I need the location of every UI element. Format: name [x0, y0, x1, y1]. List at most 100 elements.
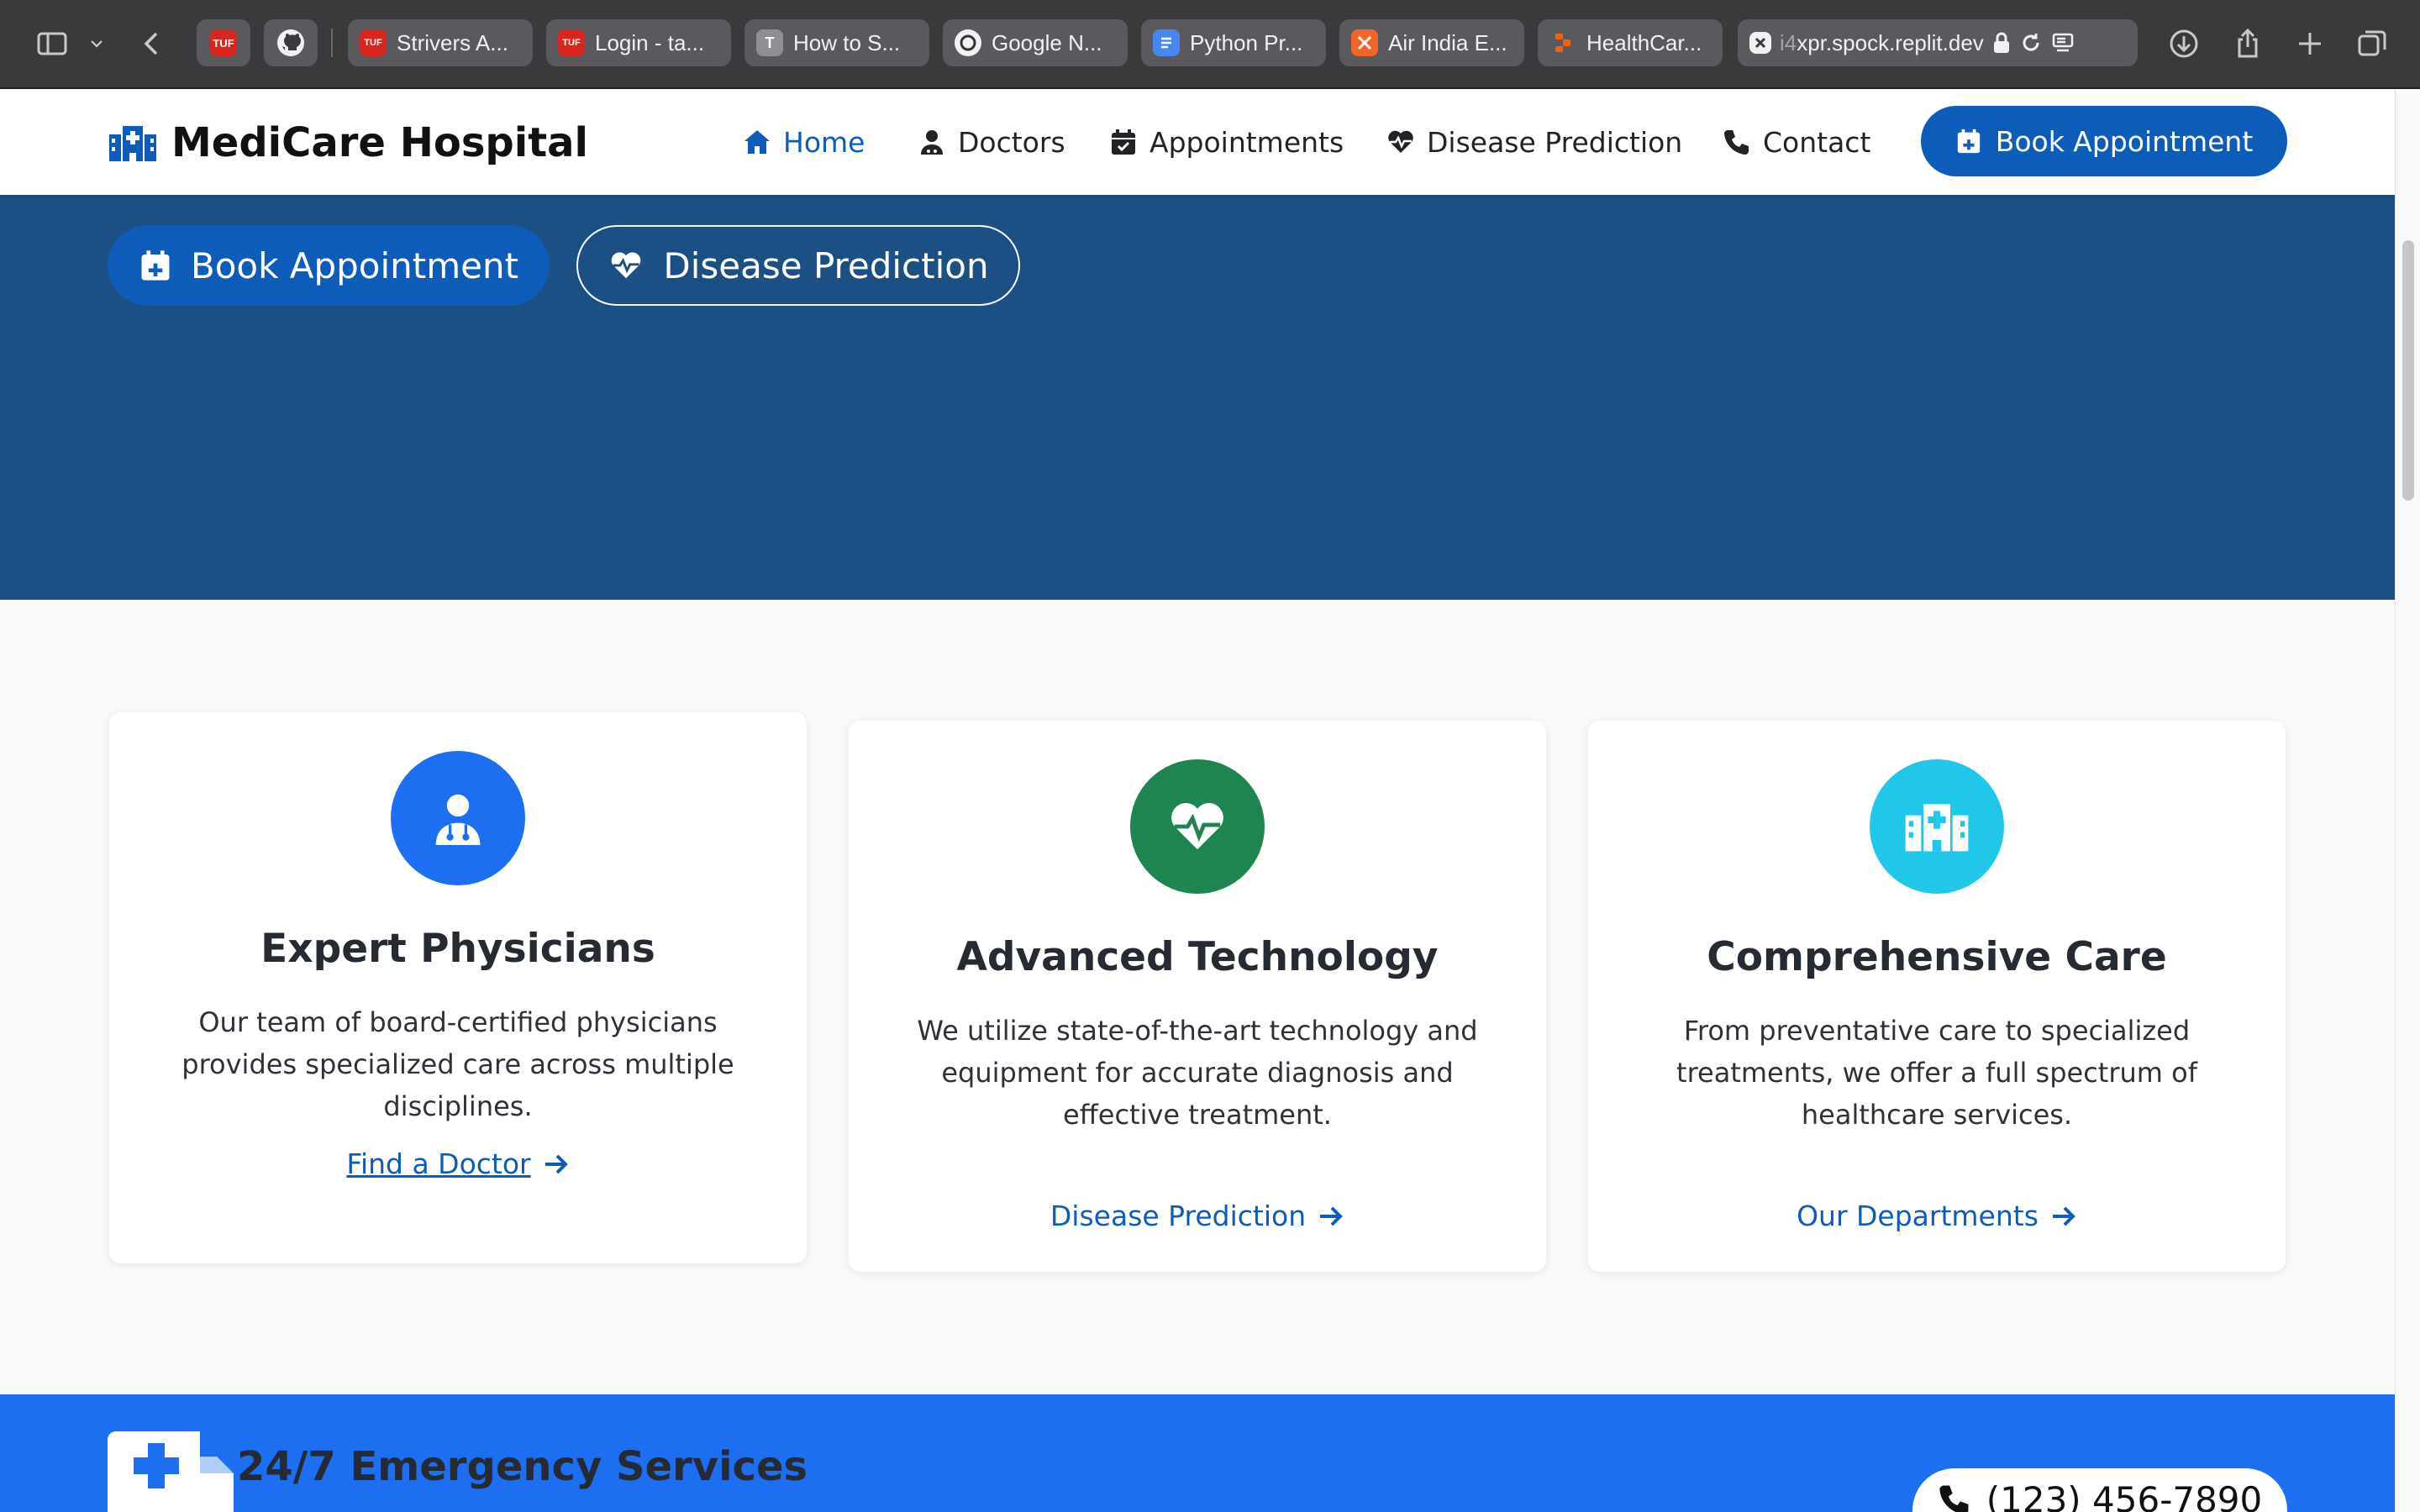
ambulance-icon — [108, 1431, 234, 1512]
tab-label: Air India E... — [1388, 29, 1507, 55]
emergency-section: 24/7 Emergency Services (123) 456-7890 — [0, 1394, 2395, 1512]
chevron-down-icon[interactable] — [84, 24, 109, 64]
tab-login[interactable]: TUF Login - ta... — [546, 19, 731, 66]
pinned-tab-tuf[interactable]: TUF — [197, 19, 250, 66]
address-prefix: i4 — [1780, 29, 1797, 55]
lock-icon — [1993, 32, 2009, 53]
doctor-icon — [391, 751, 525, 885]
doctor-icon — [921, 130, 943, 155]
pinned-tab-github[interactable] — [264, 19, 318, 66]
t-letter-icon: T — [756, 29, 783, 56]
calendar-check-icon — [1112, 129, 1135, 155]
sidebar-toggle-icon[interactable] — [32, 24, 72, 64]
tab-label: HealthCar... — [1586, 29, 1702, 55]
calendar-plus-icon — [1957, 129, 1980, 154]
card-link-label: Disease Prediction — [1050, 1200, 1307, 1232]
page-viewport: MediCare Hospital Home Doctors Appointme… — [0, 89, 2420, 1512]
arrow-right-icon — [1320, 1206, 1343, 1226]
scrollbar-thumb[interactable] — [2402, 240, 2414, 501]
tab-label: Google N... — [992, 29, 1102, 55]
x-logo-icon — [1351, 29, 1378, 56]
tab-how-to[interactable]: T How to S... — [744, 19, 929, 66]
hero-section: Book Appointment Disease Prediction — [0, 195, 2395, 600]
tab-air-india[interactable]: Air India E... — [1339, 19, 1524, 66]
nav-contact[interactable]: Contact — [1723, 121, 1870, 163]
hero-book-appointment-button[interactable]: Book Appointment — [108, 225, 550, 306]
brand[interactable]: MediCare Hospital — [108, 118, 588, 168]
tab-strivers[interactable]: TUF Strivers A... — [348, 19, 533, 66]
calendar-plus-icon — [141, 250, 170, 281]
heart-pulse-icon — [612, 252, 641, 279]
hospital-icon — [1870, 759, 2004, 894]
page-scrollbar[interactable] — [2395, 89, 2420, 1512]
book-appointment-button[interactable]: Book Appointment — [1921, 106, 2287, 176]
card-title: Comprehensive Care — [1707, 934, 2167, 980]
tab-overview-icon[interactable] — [2354, 24, 2390, 64]
card-description: Our team of board-certified physicians p… — [182, 1006, 734, 1122]
tab-separator — [331, 29, 333, 57]
browser-toolbar: TUF TUF Strivers A... TUF Login - ta... … — [0, 0, 2420, 89]
hero-disease-prediction-label: Disease Prediction — [663, 244, 989, 286]
tuf-logo-icon: TUF — [558, 29, 585, 56]
hero-book-appointment-label: Book Appointment — [190, 244, 519, 286]
notebook-icon — [955, 29, 981, 56]
card-description: From preventative care to specialized tr… — [1676, 1015, 2197, 1131]
emergency-phone-number: (123) 456-7890 — [1986, 1478, 2263, 1512]
feature-card-expert-physicians: Expert Physicians Our team of board-cert… — [109, 712, 807, 1263]
tab-healthcare[interactable]: HealthCar... — [1538, 19, 1723, 66]
find-a-doctor-link[interactable]: Find a Doctor — [109, 1147, 807, 1180]
docs-icon — [1153, 29, 1180, 56]
card-link-label: Our Departments — [1797, 1200, 2039, 1232]
feature-card-advanced-technology: Advanced Technology We utilize state-of-… — [849, 721, 1546, 1272]
card-title: Expert Physicians — [260, 926, 655, 972]
nav-contact-label: Contact — [1763, 125, 1871, 159]
nav-doctors[interactable]: Doctors — [918, 121, 1065, 163]
card-description: We utilize state-of-the-art technology a… — [917, 1015, 1478, 1131]
tab-label: How to S... — [793, 29, 901, 55]
heart-pulse-icon — [1130, 759, 1265, 894]
tuf-logo-icon: TUF — [360, 29, 387, 56]
github-icon — [277, 29, 304, 56]
tuf-logo-icon: TUF — [210, 29, 237, 56]
hero-disease-prediction-button[interactable]: Disease Prediction — [576, 225, 1020, 306]
nav-appointments[interactable]: Appointments — [1109, 121, 1344, 163]
tab-label: Python Pr... — [1190, 29, 1303, 55]
book-appointment-label: Book Appointment — [1995, 124, 2254, 158]
hospital-icon — [109, 126, 156, 161]
tab-label: Login - ta... — [595, 29, 705, 55]
tab-google-notebook[interactable]: Google N... — [943, 19, 1128, 66]
disease-prediction-link[interactable]: Disease Prediction — [849, 1200, 1546, 1232]
phone-icon — [1724, 130, 1749, 155]
emergency-phone-button[interactable]: (123) 456-7890 — [1912, 1468, 2287, 1512]
nav-disease-prediction[interactable]: Disease Prediction — [1386, 121, 1682, 163]
reader-icon[interactable] — [2051, 31, 2075, 55]
site-navbar: MediCare Hospital Home Doctors Appointme… — [0, 89, 2395, 195]
nav-doctors-label: Doctors — [958, 125, 1065, 159]
nav-appointments-label: Appointments — [1150, 125, 1344, 159]
our-departments-link[interactable]: Our Departments — [1588, 1200, 2286, 1232]
nav-disease-prediction-label: Disease Prediction — [1427, 125, 1683, 159]
tab-label: Strivers A... — [397, 29, 508, 55]
reload-icon[interactable] — [2019, 31, 2043, 55]
emergency-title: 24/7 Emergency Services — [237, 1443, 808, 1490]
phone-icon — [1939, 1485, 1969, 1512]
arrow-right-icon — [544, 1154, 568, 1173]
home-icon — [744, 130, 770, 154]
brand-name: MediCare Hospital — [171, 119, 589, 166]
heart-pulse-icon — [1388, 130, 1413, 153]
nav-home-label: Home — [783, 125, 865, 159]
close-tab-icon[interactable] — [1749, 32, 1771, 54]
address-text: xpr.spock.replit.dev — [1797, 29, 1984, 55]
nav-home[interactable]: Home — [743, 121, 865, 163]
arrow-right-icon — [2052, 1206, 2075, 1226]
replit-icon — [1549, 29, 1576, 56]
new-tab-icon[interactable] — [2292, 24, 2328, 64]
back-icon[interactable] — [134, 24, 168, 64]
feature-card-comprehensive-care: Comprehensive Care From preventative car… — [1588, 721, 2286, 1272]
share-icon[interactable] — [2230, 24, 2265, 64]
card-title: Advanced Technology — [956, 934, 1439, 980]
download-icon[interactable] — [2166, 24, 2202, 64]
card-link-label: Find a Doctor — [346, 1147, 531, 1180]
address-bar[interactable]: i4xpr.spock.replit.dev — [1738, 19, 2138, 66]
tab-python[interactable]: Python Pr... — [1141, 19, 1326, 66]
